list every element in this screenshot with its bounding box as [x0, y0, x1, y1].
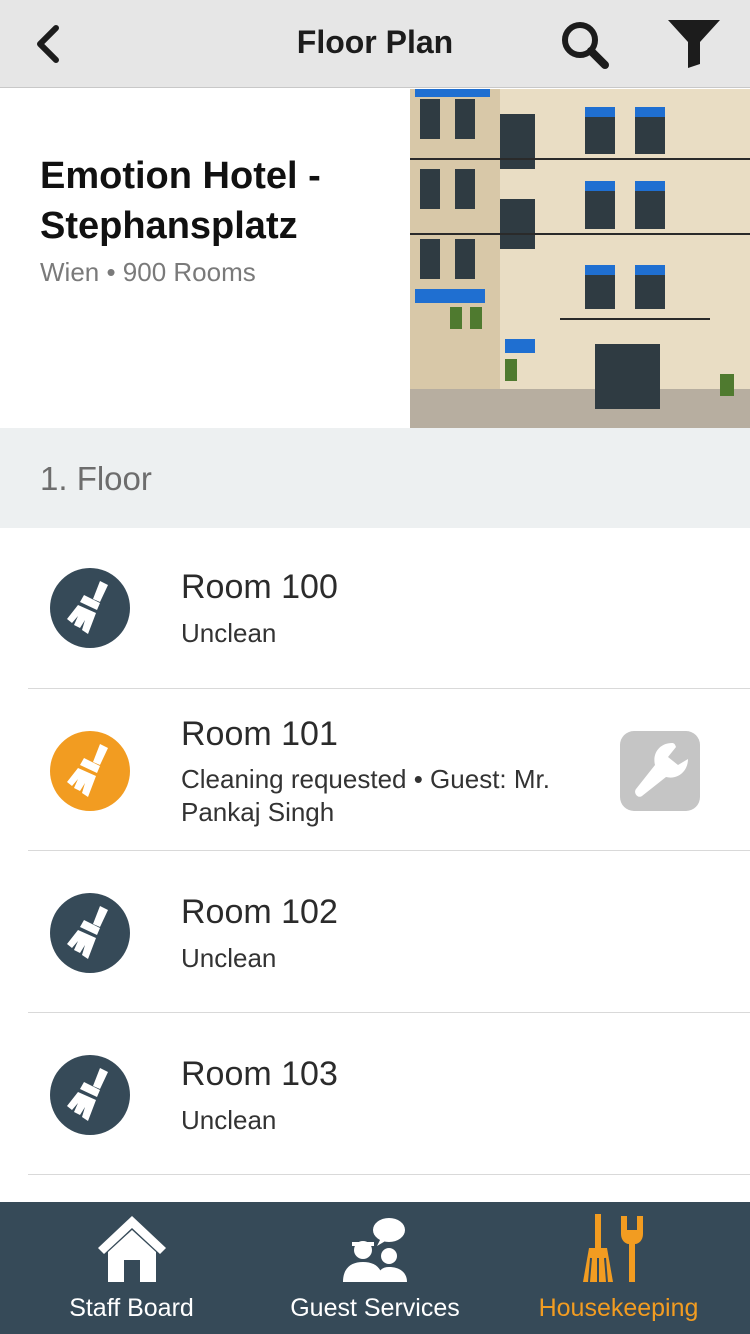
- floor-label: 1. Floor: [40, 460, 152, 497]
- maintenance-button[interactable]: [620, 731, 700, 811]
- broom-icon: [50, 1055, 130, 1135]
- page-title: Floor Plan: [296, 24, 454, 60]
- broom-icon: [50, 893, 130, 973]
- tab-label: Staff Board: [69, 1294, 194, 1322]
- tab-bar: Staff Board Guest Services Housekeeping: [0, 1202, 750, 1334]
- room-row-100[interactable]: Room 100 Unclean: [0, 528, 750, 689]
- tab-label: Guest Services: [290, 1294, 460, 1322]
- tab-staff-board[interactable]: Staff Board: [0, 1202, 263, 1334]
- home-icon: [97, 1216, 166, 1282]
- room-name: Room 100: [181, 568, 338, 606]
- room-row-103[interactable]: Room 103 Unclean: [0, 1013, 750, 1175]
- room-name: Room 101: [181, 715, 338, 753]
- back-button[interactable]: [28, 22, 72, 66]
- room-list: Room 100 Unclean Room 101 Cleaning reque…: [0, 528, 750, 1175]
- wrench-icon: [635, 743, 688, 797]
- room-status: Unclean: [181, 1105, 277, 1135]
- search-icon: [562, 22, 609, 69]
- broom-icon: [50, 731, 130, 811]
- filter-button[interactable]: [666, 18, 722, 70]
- room-row-101[interactable]: Room 101 Cleaning requested • Guest: Mr.…: [0, 689, 750, 851]
- chevron-left-icon: [37, 25, 59, 63]
- room-status: Unclean: [181, 943, 277, 973]
- hotel-header: Emotion Hotel - Stephansplatz Wien • 900…: [0, 89, 750, 428]
- hotel-photo: [410, 89, 750, 428]
- room-name: Room 102: [181, 893, 338, 931]
- hotel-name: Emotion Hotel - Stephansplatz: [40, 155, 321, 247]
- hotel-meta: Wien • 900 Rooms: [40, 257, 256, 287]
- room-status: Cleaning requested • Guest: Mr. Pankaj S…: [181, 764, 550, 827]
- tab-label: Housekeeping: [538, 1294, 699, 1322]
- room-row-102[interactable]: Room 102 Unclean: [0, 851, 750, 1013]
- broom-wrench-icon: [582, 1214, 643, 1283]
- tab-housekeeping[interactable]: Housekeeping: [487, 1202, 750, 1334]
- broom-icon: [50, 568, 130, 648]
- tab-guest-services[interactable]: Guest Services: [263, 1202, 487, 1334]
- room-name: Room 103: [181, 1055, 338, 1093]
- navigation-bar: Floor Plan: [0, 0, 750, 88]
- room-status: Unclean: [181, 618, 277, 648]
- filter-icon: [668, 20, 720, 68]
- floor-header: 1. Floor: [0, 428, 750, 528]
- guest-services-icon: [343, 1218, 407, 1282]
- search-button[interactable]: [558, 18, 612, 72]
